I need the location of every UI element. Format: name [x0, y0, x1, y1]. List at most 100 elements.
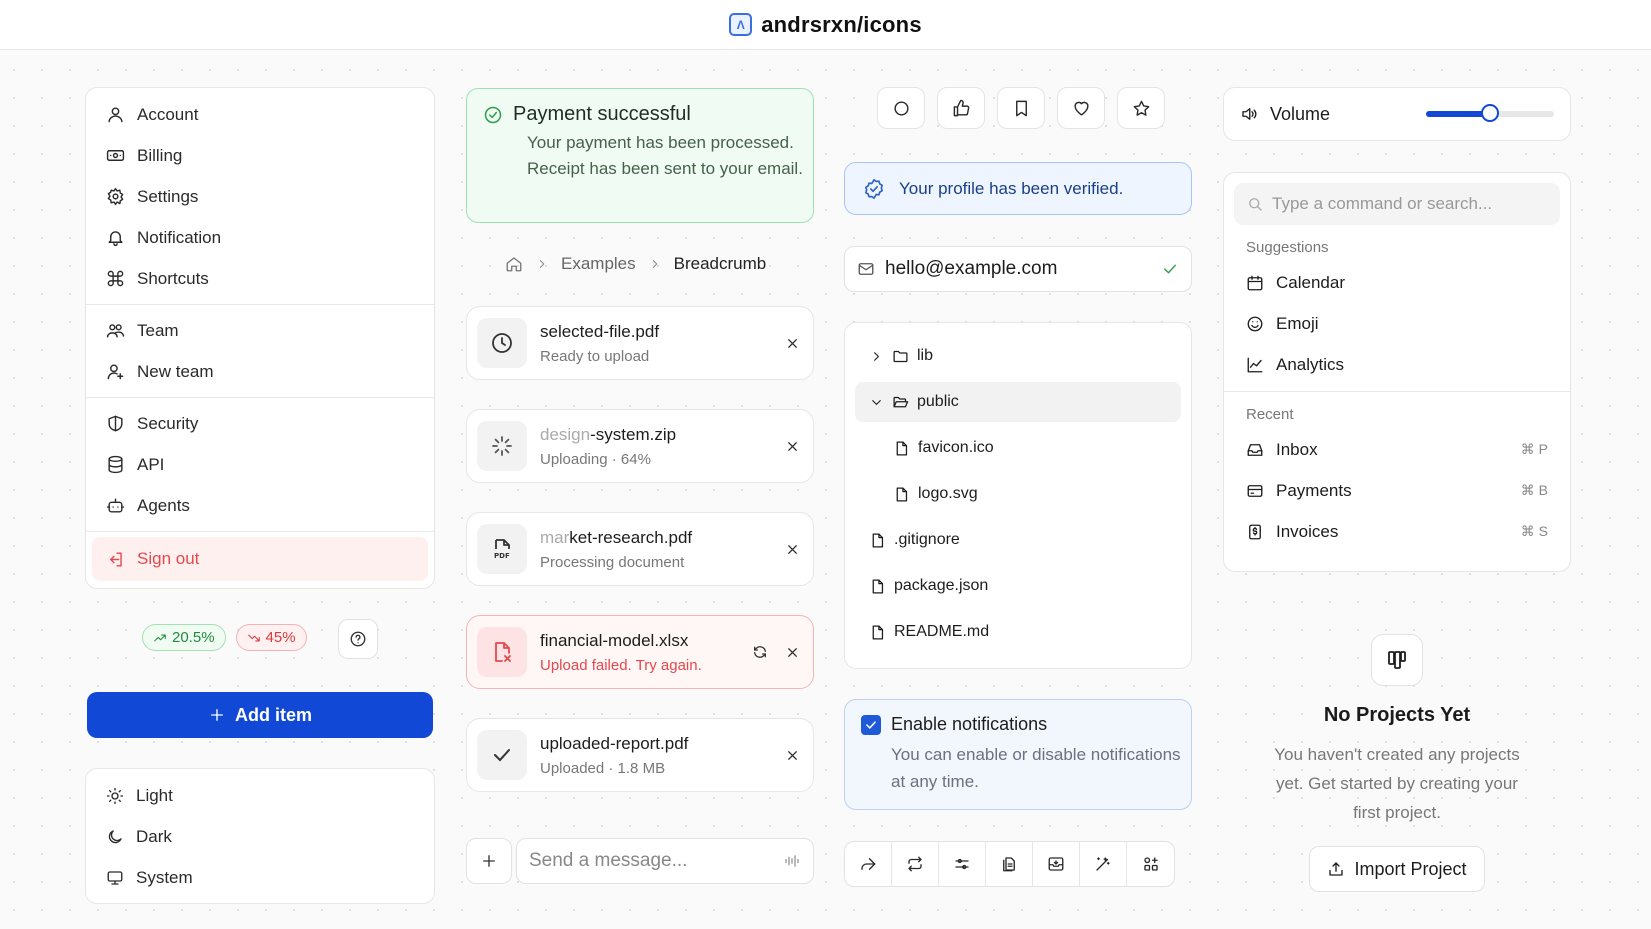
volume-slider-thumb[interactable] [1480, 104, 1499, 122]
command-label: Inbox [1276, 439, 1318, 459]
email-field[interactable]: hello@example.com [844, 246, 1192, 292]
menu-item-label: Security [137, 413, 199, 433]
clock-icon [477, 318, 527, 368]
plus-icon [480, 852, 498, 870]
pdf-file-icon: PDF [477, 524, 527, 574]
audio-waveform-icon[interactable] [783, 852, 801, 870]
close-icon[interactable] [781, 641, 803, 663]
command-item-analytics[interactable]: Analytics [1234, 344, 1560, 385]
message-input[interactable]: Send a message... [516, 838, 814, 884]
tree-folder-public[interactable]: public [855, 382, 1181, 422]
menu-item-agents[interactable]: Agents [92, 485, 428, 526]
sign-out-label: Sign out [137, 549, 200, 568]
notifications-label: Enable notifications [891, 714, 1048, 734]
bot-icon [106, 496, 125, 515]
upload-icon [1327, 860, 1345, 878]
menu-item-api[interactable]: API [92, 444, 428, 485]
menu-item-new-team[interactable]: New team [92, 351, 428, 392]
tree-label: lib [917, 347, 934, 364]
tree-folder-lib[interactable]: lib [855, 333, 1181, 379]
menu-item-account[interactable]: Account [92, 94, 428, 135]
add-item-button[interactable]: Add item [87, 692, 433, 738]
menu-item-label: Billing [137, 145, 183, 165]
circle-button[interactable] [877, 87, 925, 129]
volume-label: Volume [1270, 103, 1331, 124]
menu-item-label: Shortcuts [137, 268, 209, 288]
card-icon [1246, 482, 1264, 500]
bookmark-button[interactable] [997, 87, 1045, 129]
share-button[interactable] [845, 842, 892, 886]
archive-button[interactable] [1033, 842, 1080, 886]
file-name: selected-file.pdf [540, 321, 660, 341]
tree-file[interactable]: package.json [855, 563, 1181, 609]
command-item-payments[interactable]: Payments ⌘ B [1234, 470, 1560, 511]
import-project-button[interactable]: Import Project [1309, 846, 1485, 892]
sign-out-button[interactable]: Sign out [92, 537, 428, 581]
tree-file[interactable]: .gitignore [855, 517, 1181, 563]
home-icon[interactable] [505, 255, 523, 273]
menu-item-shortcuts[interactable]: Shortcuts [92, 258, 428, 299]
attach-button[interactable] [466, 838, 512, 884]
repeat-button[interactable] [892, 842, 939, 886]
tree-file[interactable]: README.md [855, 609, 1181, 655]
menu-item-label: New team [137, 361, 214, 381]
import-project-label: Import Project [1354, 858, 1467, 879]
tree-file[interactable]: logo.svg [855, 471, 1181, 517]
magic-button[interactable] [1080, 842, 1127, 886]
bell-icon [106, 228, 125, 247]
shield-icon [106, 414, 125, 433]
favorite-button[interactable] [1057, 87, 1105, 129]
billing-icon [106, 146, 125, 165]
message-placeholder: Send a message... [529, 850, 688, 871]
star-button[interactable] [1117, 87, 1165, 129]
command-item-invoices[interactable]: Invoices ⌘ S [1234, 511, 1560, 552]
gear-icon [106, 187, 125, 206]
menu-item-billing[interactable]: Billing [92, 135, 428, 176]
trend-up-badge: 20.5% [142, 624, 226, 651]
menu-item-security[interactable]: Security [92, 403, 428, 444]
suggestions-heading: Suggestions [1246, 239, 1329, 256]
help-button[interactable] [338, 619, 378, 659]
breadcrumb-link-examples[interactable]: Examples [561, 254, 636, 274]
theme-option-system[interactable]: System [92, 857, 428, 898]
file-name: uploaded-report.pdf [540, 733, 689, 753]
trending-up-icon [153, 631, 167, 645]
notifications-checkbox[interactable] [861, 714, 881, 735]
chevron-right-icon [535, 257, 549, 271]
trend-down-value: 45% [265, 629, 296, 646]
command-item-calendar[interactable]: Calendar [1234, 262, 1560, 303]
close-icon[interactable] [781, 744, 803, 766]
file-status: Uploading · 64% [540, 450, 651, 468]
retry-icon[interactable] [749, 641, 771, 663]
database-icon [106, 455, 125, 474]
action-toolbar [844, 841, 1175, 887]
command-item-inbox[interactable]: Inbox ⌘ P [1234, 429, 1560, 470]
wand-icon [1094, 855, 1112, 873]
file-upload-item: PDF market-research.pdf Processing docum… [466, 512, 814, 586]
badge-check-icon [863, 178, 885, 200]
alert-description: Your payment has been processed. Receipt… [527, 133, 803, 178]
menu-item-notification[interactable]: Notification [92, 217, 428, 258]
file-icon [893, 486, 910, 503]
command-item-emoji[interactable]: Emoji [1234, 303, 1560, 344]
close-icon[interactable] [781, 435, 803, 457]
command-search-input[interactable]: Type a command or search... [1234, 183, 1560, 225]
like-button[interactable] [937, 87, 985, 129]
theme-option-light[interactable]: Light [92, 775, 428, 816]
plus-icon [208, 706, 226, 724]
command-label: Analytics [1276, 354, 1345, 374]
tree-label: public [917, 393, 959, 410]
menu-item-settings[interactable]: Settings [92, 176, 428, 217]
logout-icon [106, 550, 125, 569]
menu-item-team[interactable]: Team [92, 310, 428, 351]
tree-file[interactable]: favicon.ico [855, 425, 1181, 471]
check-icon [1161, 260, 1179, 278]
close-icon[interactable] [781, 538, 803, 560]
add-widget-button[interactable] [1127, 842, 1174, 886]
theme-option-dark[interactable]: Dark [92, 816, 428, 857]
close-icon[interactable] [781, 332, 803, 354]
adjust-button[interactable] [939, 842, 986, 886]
menu-item-label: Notification [137, 227, 222, 247]
file-stack-button[interactable] [986, 842, 1033, 886]
volume-slider[interactable] [1425, 104, 1554, 122]
